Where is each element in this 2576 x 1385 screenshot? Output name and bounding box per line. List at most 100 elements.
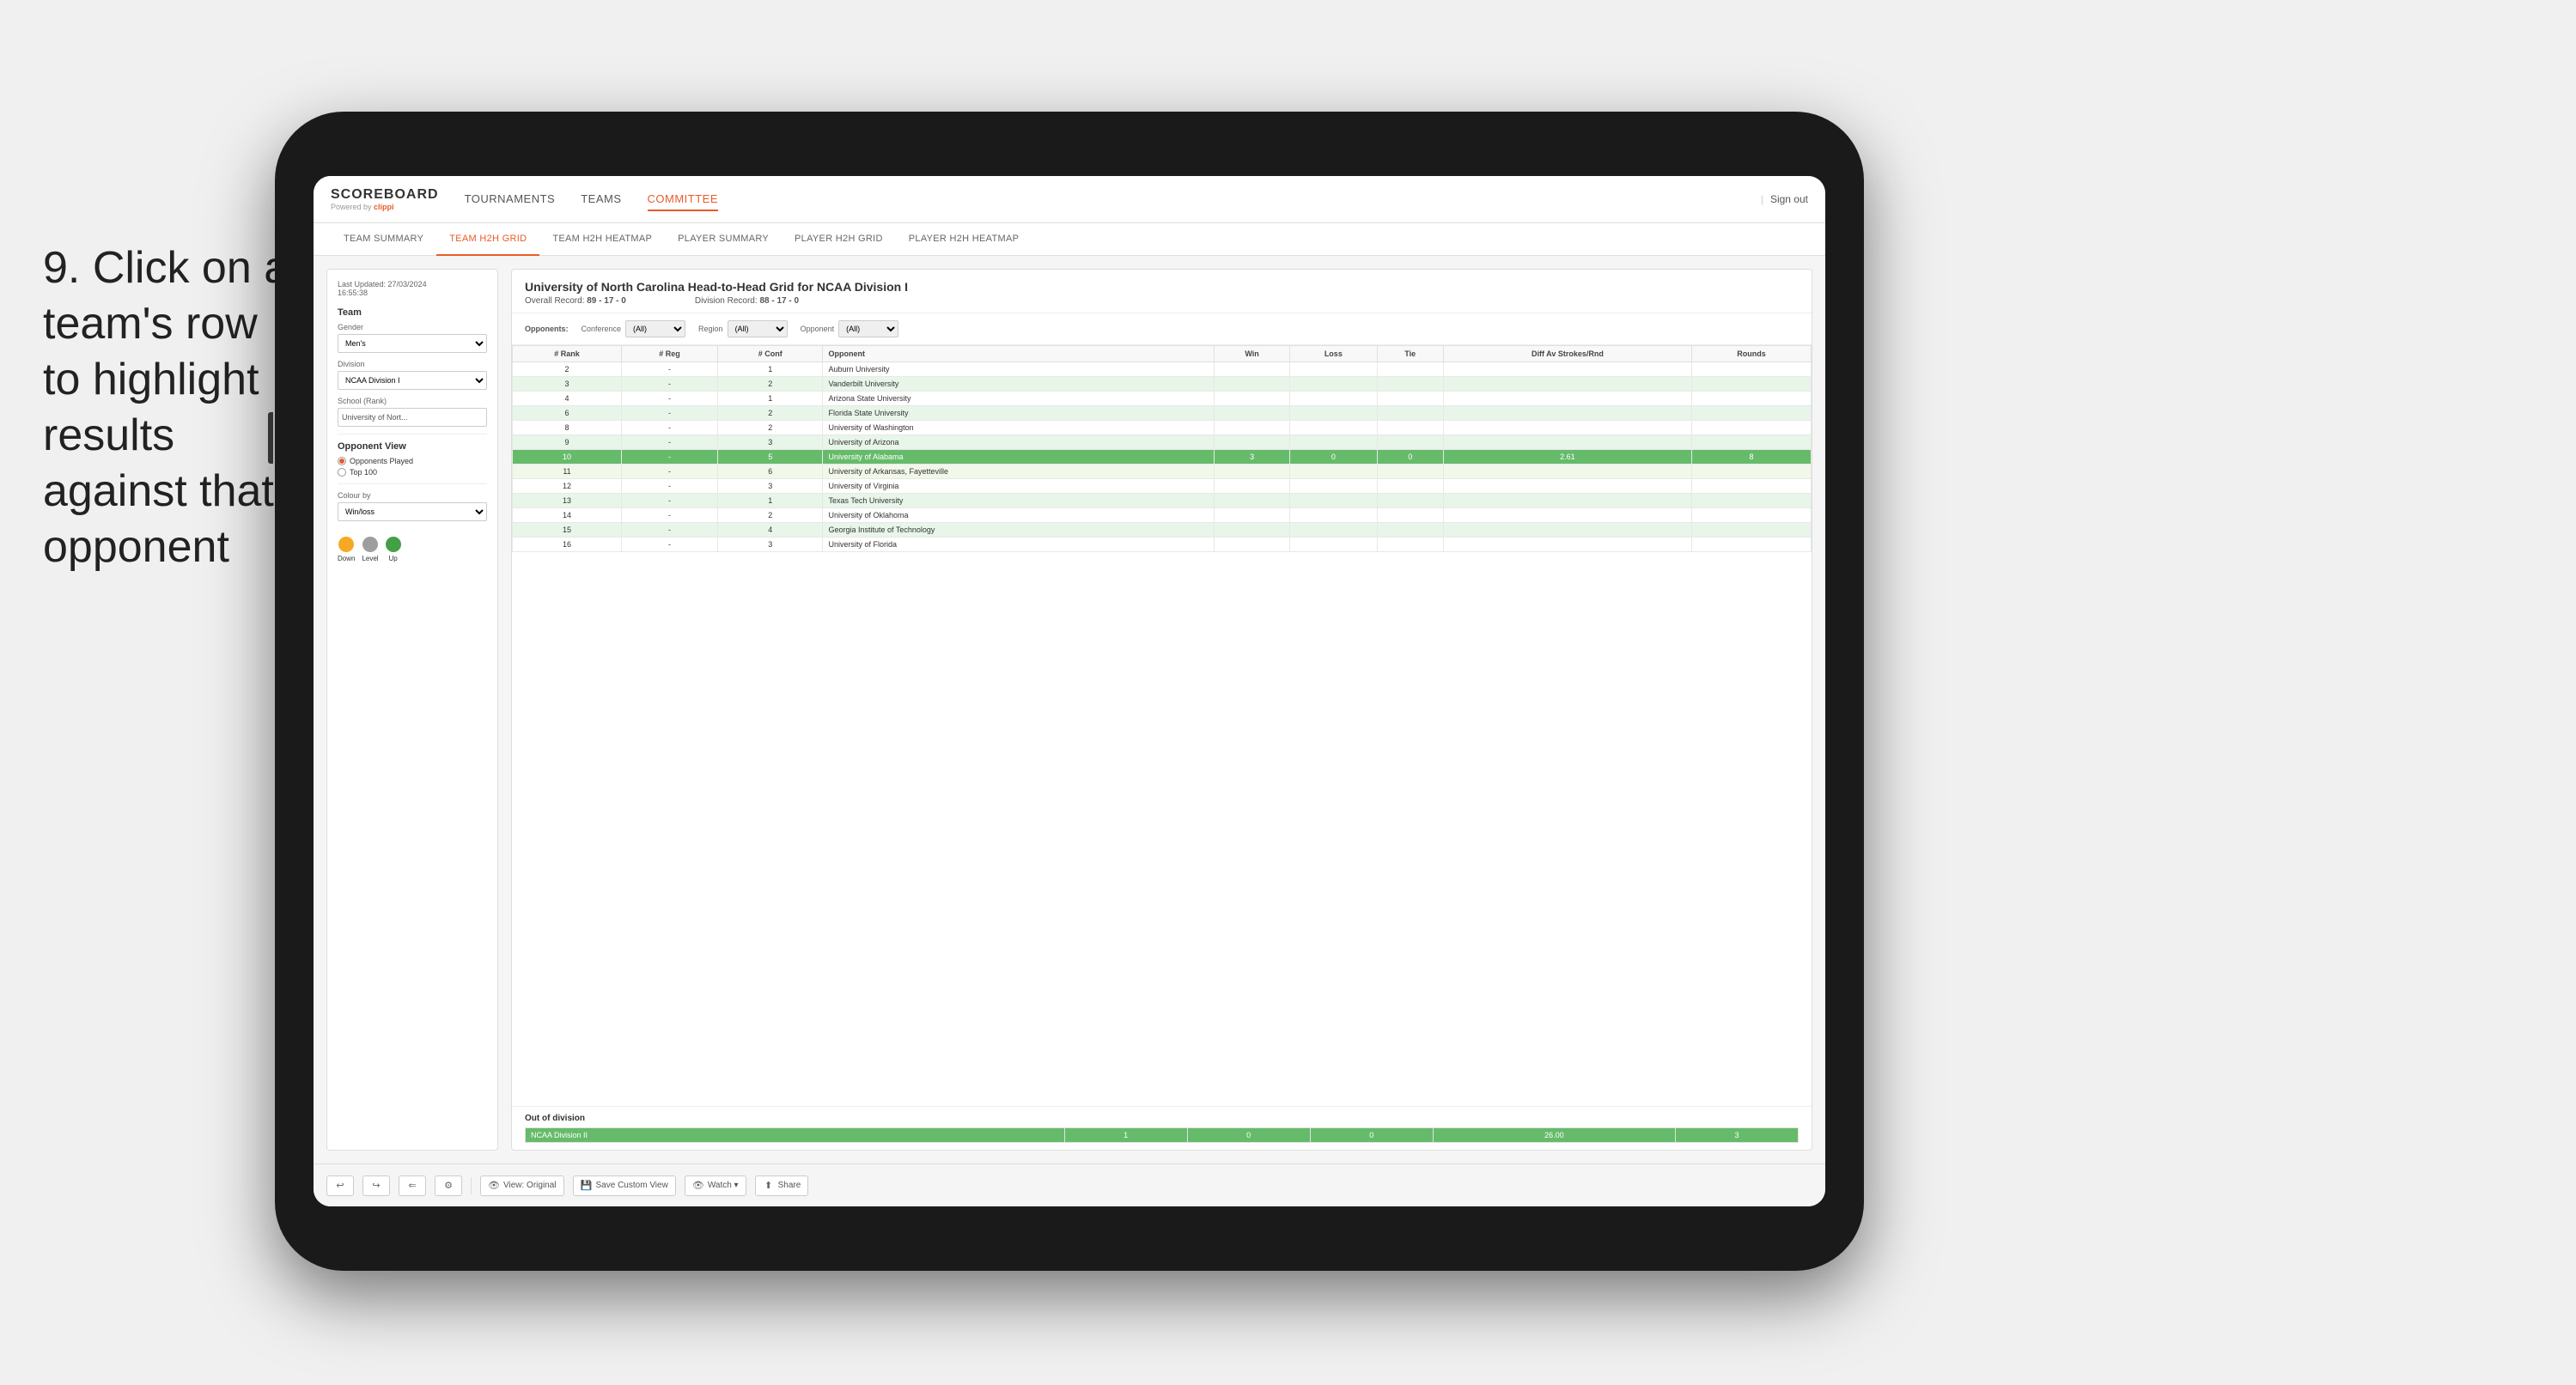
rounds-cell: [1692, 406, 1812, 421]
rank-cell: 14: [513, 508, 622, 523]
table-row[interactable]: 15-4Georgia Institute of Technology: [513, 523, 1812, 538]
nav-teams[interactable]: TEAMS: [581, 188, 621, 211]
tablet-screen: SCOREBOARD Powered by clippi TOURNAMENTS…: [314, 176, 1825, 1206]
radio-top-100-circle: [338, 468, 346, 477]
school-input[interactable]: University of Nort...: [338, 408, 487, 427]
undo-button[interactable]: ↩: [326, 1175, 354, 1196]
colour-by-select[interactable]: Win/loss: [338, 502, 487, 521]
gender-select[interactable]: Men's: [338, 334, 487, 353]
radio-opponents-played-label: Opponents Played: [350, 457, 413, 465]
tab-team-h2h-heatmap[interactable]: TEAM H2H HEATMAP: [539, 223, 665, 256]
bottom-toolbar: ↩ ↪ ⇐ ⚙ 👁 View: Original 💾 Save Custom V…: [314, 1163, 1825, 1206]
region-select[interactable]: (All): [728, 320, 788, 337]
rounds-cell: [1692, 392, 1812, 406]
tie-cell: 0: [1377, 450, 1443, 465]
reg-cell: -: [621, 508, 717, 523]
col-tie[interactable]: Tie: [1377, 346, 1443, 362]
win-cell: [1215, 508, 1290, 523]
step-back-button[interactable]: ⇐: [399, 1175, 426, 1196]
col-win[interactable]: Win: [1215, 346, 1290, 362]
radio-top-100[interactable]: Top 100: [338, 468, 487, 477]
loss-cell: [1290, 538, 1378, 552]
settings-icon: ⚙: [442, 1180, 454, 1192]
table-row[interactable]: 14-2University of Oklahoma: [513, 508, 1812, 523]
sign-out-button[interactable]: Sign out: [1761, 193, 1808, 205]
watch-button[interactable]: 👁 Watch ▾: [685, 1175, 746, 1196]
reg-cell: -: [621, 494, 717, 508]
opponent-select[interactable]: (All): [838, 320, 898, 337]
table-row[interactable]: 9-3University of Arizona: [513, 435, 1812, 450]
col-rank[interactable]: # Rank: [513, 346, 622, 362]
tab-team-h2h-grid[interactable]: TEAM H2H GRID: [436, 223, 539, 256]
out-div-rounds: 3: [1675, 1128, 1798, 1143]
table-row[interactable]: 16-3University of Florida: [513, 538, 1812, 552]
reg-cell: -: [621, 392, 717, 406]
reg-cell: -: [621, 479, 717, 494]
legend-level-circle: [362, 537, 378, 552]
diff-av-cell: [1443, 362, 1691, 377]
rank-cell: 12: [513, 479, 622, 494]
loss-cell: [1290, 435, 1378, 450]
win-cell: [1215, 479, 1290, 494]
rank-cell: 2: [513, 362, 622, 377]
opponent-filter: Opponent (All): [801, 320, 899, 337]
opponent-cell: University of Oklahoma: [823, 508, 1215, 523]
opponent-cell: University of Virginia: [823, 479, 1215, 494]
conference-select[interactable]: (All): [625, 320, 685, 337]
view-original-button[interactable]: 👁 View: Original: [480, 1175, 564, 1196]
table-row[interactable]: 10-5University of Alabama3002.618: [513, 450, 1812, 465]
col-conf[interactable]: # Conf: [718, 346, 823, 362]
redo-button[interactable]: ↪: [362, 1175, 390, 1196]
col-diff-av[interactable]: Diff Av Strokes/Rnd: [1443, 346, 1691, 362]
out-of-division-row[interactable]: NCAA Division II 1 0 0 26.00 3: [526, 1128, 1799, 1143]
conference-filter: Conference (All): [582, 320, 686, 337]
col-opponent[interactable]: Opponent: [823, 346, 1215, 362]
table-row[interactable]: 13-1Texas Tech University: [513, 494, 1812, 508]
table-row[interactable]: 11-6University of Arkansas, Fayetteville: [513, 465, 1812, 479]
win-cell: [1215, 406, 1290, 421]
table-row[interactable]: 8-2University of Washington: [513, 421, 1812, 435]
h2h-table: # Rank # Reg # Conf Opponent Win Loss Ti…: [512, 345, 1812, 552]
share-button[interactable]: ⬆ Share: [755, 1175, 809, 1196]
col-reg[interactable]: # Reg: [621, 346, 717, 362]
diff-av-cell: [1443, 406, 1691, 421]
sub-navigation: TEAM SUMMARY TEAM H2H GRID TEAM H2H HEAT…: [314, 223, 1825, 256]
nav-committee[interactable]: COMMITTEE: [648, 188, 719, 211]
diff-av-cell: [1443, 523, 1691, 538]
tab-team-summary[interactable]: TEAM SUMMARY: [331, 223, 436, 256]
nav-tournaments[interactable]: TOURNAMENTS: [465, 188, 556, 211]
radio-opponents-played[interactable]: Opponents Played: [338, 457, 487, 465]
win-cell: [1215, 465, 1290, 479]
col-loss[interactable]: Loss: [1290, 346, 1378, 362]
table-row[interactable]: 3-2Vanderbilt University: [513, 377, 1812, 392]
win-cell: [1215, 362, 1290, 377]
share-label: Share: [778, 1181, 801, 1190]
conf-cell: 1: [718, 494, 823, 508]
tab-player-summary[interactable]: PLAYER SUMMARY: [665, 223, 782, 256]
table-row[interactable]: 2-1Auburn University: [513, 362, 1812, 377]
win-cell: [1215, 377, 1290, 392]
diff-av-cell: [1443, 465, 1691, 479]
save-custom-view-button[interactable]: 💾 Save Custom View: [573, 1175, 676, 1196]
school-value: University of Nort...: [342, 413, 408, 422]
tab-player-h2h-grid[interactable]: PLAYER H2H GRID: [782, 223, 896, 256]
tie-cell: [1377, 392, 1443, 406]
tab-player-h2h-heatmap[interactable]: PLAYER H2H HEATMAP: [896, 223, 1032, 256]
opponent-cell: Vanderbilt University: [823, 377, 1215, 392]
table-row[interactable]: 6-2Florida State University: [513, 406, 1812, 421]
tie-cell: [1377, 465, 1443, 479]
division-select[interactable]: NCAA Division I: [338, 371, 487, 390]
loss-cell: [1290, 406, 1378, 421]
rounds-cell: [1692, 421, 1812, 435]
table-row[interactable]: 4-1Arizona State University: [513, 392, 1812, 406]
tie-cell: [1377, 435, 1443, 450]
table-row[interactable]: 12-3University of Virginia: [513, 479, 1812, 494]
last-updated-time: 16:55:38: [338, 289, 487, 297]
top-navigation: SCOREBOARD Powered by clippi TOURNAMENTS…: [314, 176, 1825, 223]
rank-cell: 16: [513, 538, 622, 552]
col-rounds[interactable]: Rounds: [1692, 346, 1812, 362]
tie-cell: [1377, 406, 1443, 421]
rank-cell: 9: [513, 435, 622, 450]
overall-record: Overall Record: 89 - 17 - 0: [525, 296, 626, 306]
settings-button[interactable]: ⚙: [435, 1175, 462, 1196]
